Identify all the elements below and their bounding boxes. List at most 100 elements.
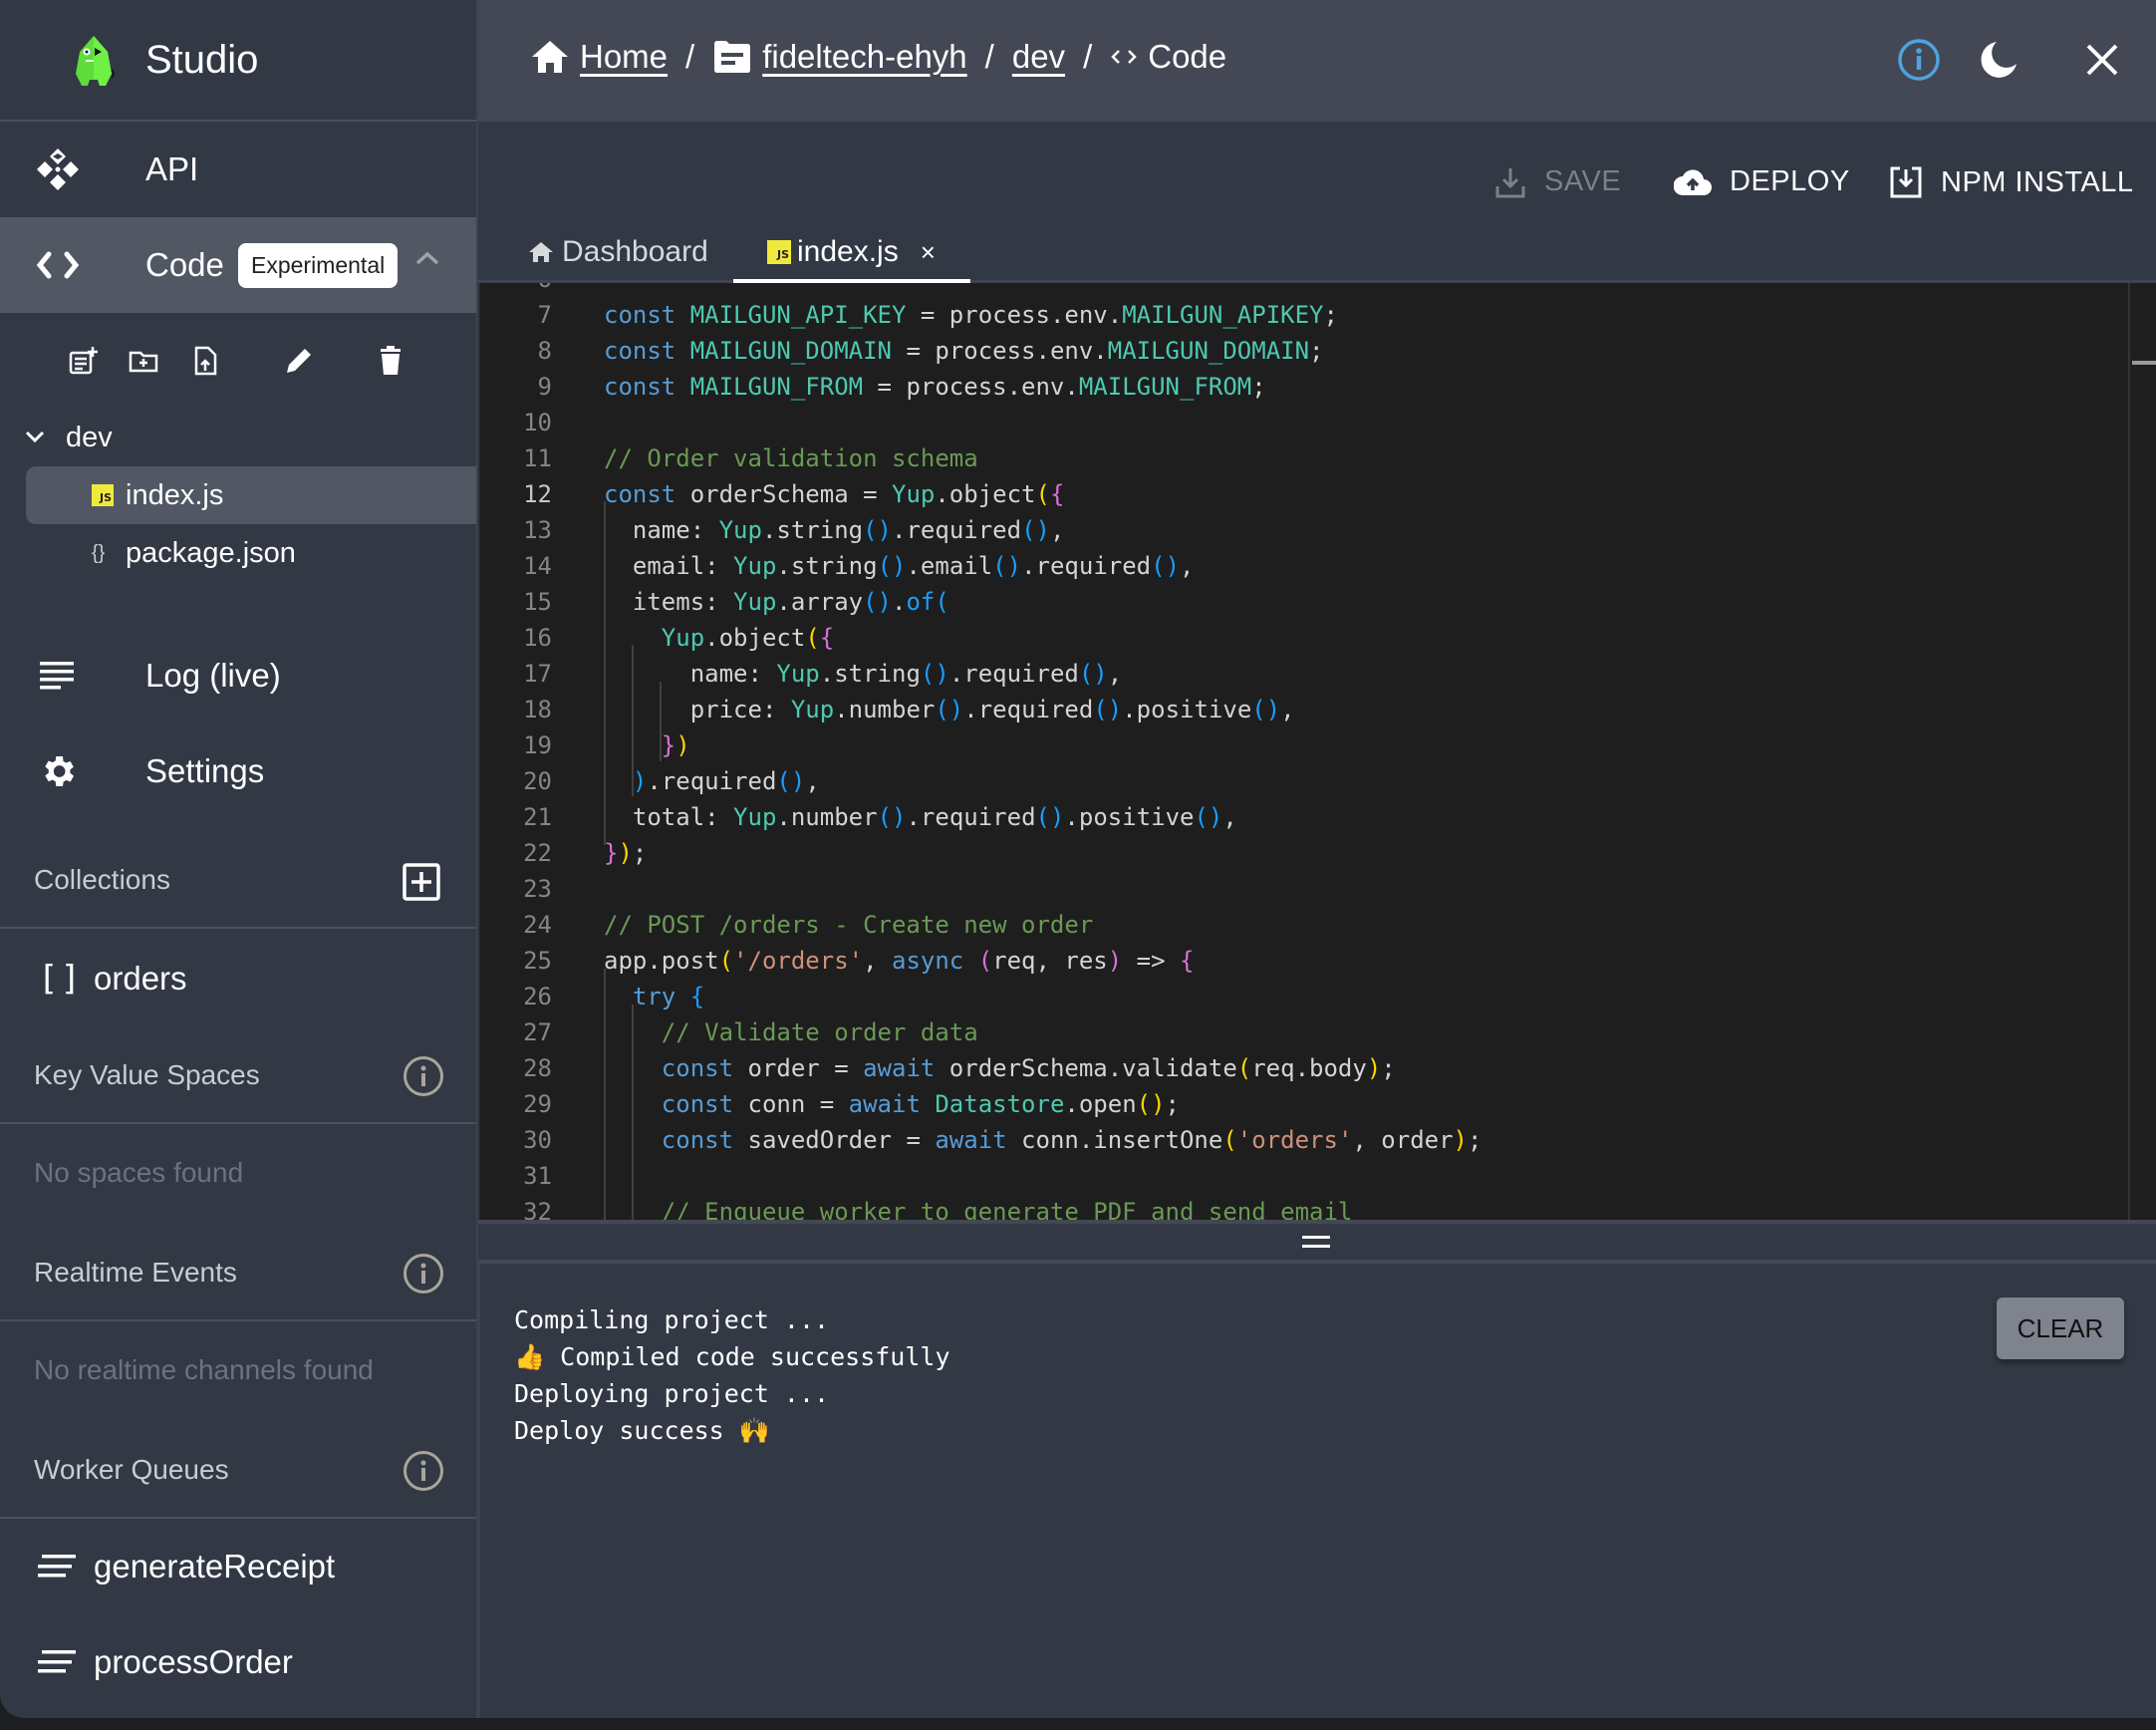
info-icon[interactable]: [403, 1253, 444, 1295]
console-line: 👍 Compiled code successfully: [514, 1342, 950, 1371]
code-line: 27 // Validate order data: [480, 1014, 2156, 1050]
queue-icon: [38, 1650, 76, 1673]
upload-file-icon[interactable]: [189, 345, 221, 377]
tab-close-icon[interactable]: ×: [921, 237, 936, 268]
line-content: price: Yup.number().required().positive(…: [604, 696, 1295, 723]
queue-name: generateReceipt: [94, 1548, 336, 1585]
collection-icon: []: [38, 959, 83, 999]
tree-folder-dev[interactable]: dev: [0, 409, 476, 466]
code-line: 28 const order = await orderSchema.valid…: [480, 1050, 2156, 1086]
line-number: 10: [523, 409, 552, 436]
logo-icon: [76, 36, 115, 86]
line-content: const order = await orderSchema.validate…: [661, 1054, 1396, 1082]
deploy-button[interactable]: DEPLOY: [1674, 165, 1850, 198]
clear-console-button[interactable]: CLEAR: [1997, 1298, 2124, 1359]
nav-api[interactable]: API: [0, 122, 476, 217]
breadcrumb: Home / fideltech-ehyh / dev / Code: [530, 38, 1226, 76]
line-content: ).required(),: [632, 767, 820, 795]
main-panel: Home / fideltech-ehyh / dev / Code SAVE: [478, 0, 2156, 1718]
line-content: const MAILGUN_FROM = process.env.MAILGUN…: [604, 373, 1266, 401]
code-line: 22});: [480, 835, 2156, 871]
line-content: // Enqueue worker to generate PDF and se…: [661, 1198, 1353, 1220]
code-line: 15 items: Yup.array().of(: [480, 584, 2156, 620]
nav-code[interactable]: Code Experimental: [0, 217, 476, 313]
nav-api-label: API: [145, 150, 199, 187]
code-line: 13 name: Yup.string().required(),: [480, 512, 2156, 548]
tab-index-js[interactable]: JS index.js ×: [767, 235, 936, 269]
delete-icon[interactable]: [375, 345, 406, 377]
collection-item[interactable]: [] orders: [0, 929, 476, 1028]
rename-icon[interactable]: [283, 345, 315, 377]
code-line: 12 const orderSchema = Yup.object({: [480, 476, 2156, 512]
drag-handle-icon: [1302, 1236, 1330, 1248]
api-icon: [34, 145, 82, 193]
queue-item[interactable]: generateReceipt: [0, 1519, 476, 1614]
info-icon[interactable]: [403, 1055, 444, 1097]
tree-file-package-json[interactable]: {} package.json: [0, 524, 476, 582]
code-line: 31: [480, 1158, 2156, 1194]
new-folder-icon[interactable]: [128, 345, 159, 377]
code-line: 18 price: Yup.number().required().positi…: [480, 692, 2156, 727]
line-content: const savedOrder = await conn.insertOne(…: [661, 1126, 1482, 1154]
tab-label: Dashboard: [562, 235, 708, 268]
new-file-icon[interactable]: [68, 345, 100, 377]
breadcrumb-project[interactable]: fideltech-ehyh: [762, 38, 966, 76]
panel-resize-handle[interactable]: [478, 1220, 2156, 1264]
nav-settings[interactable]: Settings: [0, 723, 476, 819]
breadcrumb-home[interactable]: Home: [580, 38, 668, 76]
line-number: 27: [523, 1018, 552, 1046]
editor-actions: SAVE DEPLOY NPM INSTALL: [478, 122, 2156, 223]
app-title: Studio: [145, 37, 259, 82]
line-content: const MAILGUN_DOMAIN = process.env.MAILG…: [604, 337, 1324, 365]
realtime-header: Realtime Events: [0, 1226, 476, 1321]
close-icon[interactable]: [2078, 36, 2126, 84]
tab-dashboard[interactable]: Dashboard: [528, 235, 708, 269]
save-label: SAVE: [1544, 165, 1622, 197]
sidebar: Studio API Code Experimental dev JS inde…: [0, 0, 478, 1718]
line-number: 13: [523, 516, 552, 544]
breadcrumb-env[interactable]: dev: [1012, 38, 1065, 76]
info-icon[interactable]: [1895, 36, 1943, 84]
kv-title: Key Value Spaces: [34, 1059, 260, 1090]
line-number: 12: [523, 480, 552, 508]
studio-app: Studio API Code Experimental dev JS inde…: [0, 0, 2156, 1730]
file-name: package.json: [126, 536, 296, 569]
code-editor[interactable]: 6 7 const MAILGUN_API_KEY = process.env.MA…: [478, 283, 2156, 1220]
line-content: const orderSchema = Yup.object({: [604, 480, 1065, 508]
js-file-icon: JS: [767, 240, 791, 264]
console-line: Deploy success 🙌: [514, 1416, 770, 1445]
chevron-up-icon[interactable]: [414, 249, 440, 267]
line-number: 17: [523, 660, 552, 688]
queue-name: processOrder: [94, 1643, 293, 1680]
code-line: 23: [480, 871, 2156, 907]
nav-log[interactable]: Log (live): [0, 628, 476, 723]
line-number: 16: [523, 624, 552, 652]
breadcrumb-separator: /: [685, 38, 695, 75]
code-icon: [1111, 50, 1138, 64]
dark-mode-icon[interactable]: [1975, 36, 2022, 84]
json-file-icon: {}: [92, 541, 106, 564]
deploy-label: DEPLOY: [1730, 165, 1850, 197]
top-bar: Home / fideltech-ehyh / dev / Code: [478, 0, 2156, 122]
code-line: 19 }): [480, 727, 2156, 763]
npm-install-button[interactable]: NPM INSTALL: [1889, 165, 2134, 199]
line-number: 6: [480, 283, 552, 297]
line-content: name: Yup.string().required(),: [604, 660, 1123, 688]
realtime-empty-message: No realtime channels found: [34, 1354, 374, 1385]
line-number: 28: [523, 1054, 552, 1082]
console-line: Deploying project ...: [514, 1379, 830, 1408]
save-button[interactable]: SAVE: [1494, 165, 1621, 198]
line-content: app.post('/orders', async (req, res) => …: [604, 947, 1195, 975]
home-icon: [529, 242, 553, 262]
line-number: 20: [523, 767, 552, 795]
queues-header: Worker Queues: [0, 1423, 476, 1519]
home-icon: [532, 41, 568, 73]
line-number: 29: [523, 1090, 552, 1118]
code-line: 29 const conn = await Datastore.open();: [480, 1086, 2156, 1122]
nav-settings-label: Settings: [145, 752, 265, 789]
add-collection-icon[interactable]: [403, 863, 440, 901]
queue-item[interactable]: processOrder: [0, 1614, 476, 1710]
info-icon[interactable]: [403, 1450, 444, 1492]
tree-file-index-js[interactable]: JS index.js: [26, 466, 476, 524]
line-content: try {: [632, 983, 705, 1010]
